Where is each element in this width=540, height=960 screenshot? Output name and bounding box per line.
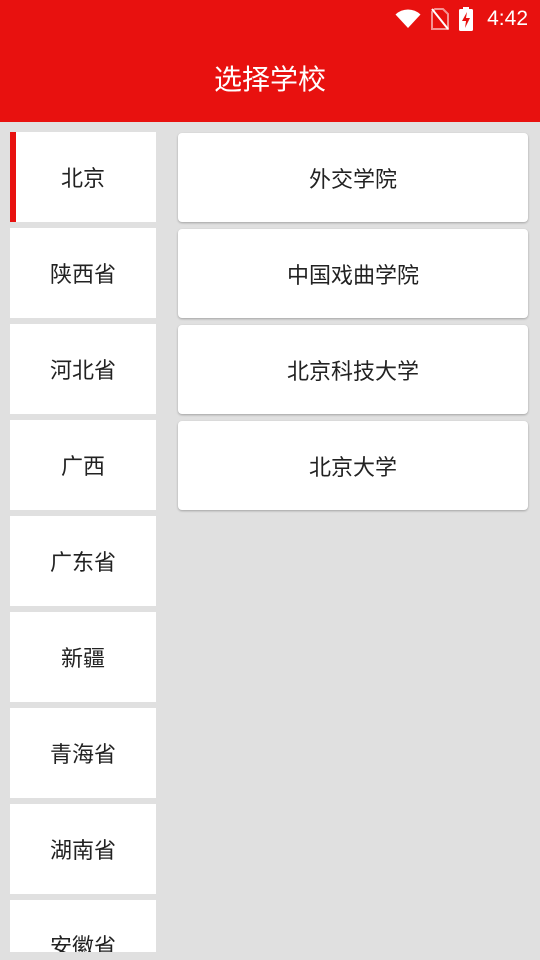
province-label: 安徽省	[49, 935, 116, 952]
school-list: 外交学院中国戏曲学院 北京科技大学 北京大学	[178, 133, 528, 517]
province-label: 湖南省	[49, 839, 116, 864]
province-item[interactable]: 陕西省	[10, 228, 156, 318]
province-item[interactable]: 广东省	[10, 516, 156, 606]
school-label: 中国戏曲学院	[286, 263, 419, 289]
school-label: 北京科技大学	[286, 359, 419, 385]
page-title: 选择学校	[213, 63, 326, 96]
province-label: 北京	[60, 167, 105, 192]
school-item[interactable]: 外交学院	[178, 133, 528, 222]
province-item[interactable]: 安徽省	[10, 900, 156, 952]
school-label: 北京大学	[308, 455, 397, 481]
wifi-icon	[395, 9, 421, 29]
province-label: 广西	[60, 455, 105, 480]
province-label: 广东省	[49, 551, 116, 576]
province-item[interactable]: 湖南省	[10, 804, 156, 894]
province-item[interactable]: 河北省	[10, 324, 156, 414]
province-item[interactable]: 新疆	[10, 612, 156, 702]
status-icons: 4:42	[395, 6, 528, 32]
province-label: 新疆	[60, 647, 105, 672]
province-item[interactable]: 青海省	[10, 708, 156, 798]
app-bar: 4:42 选择学校	[0, 0, 540, 122]
school-item[interactable]: 北京大学	[178, 421, 528, 510]
province-label: 陕西省	[49, 263, 116, 288]
province-label: 青海省	[49, 743, 116, 768]
school-label: 外交学院	[308, 167, 397, 193]
province-list[interactable]: 北京陕西省河北省广西广东省新疆青海省湖南省安徽省	[10, 132, 156, 952]
province-label: 河北省	[49, 359, 116, 384]
province-item[interactable]: 北京	[10, 132, 156, 222]
status-bar: 4:42	[0, 0, 540, 38]
province-item[interactable]: 广西	[10, 420, 156, 510]
status-time: 4:42	[487, 7, 528, 30]
selected-indicator	[10, 132, 16, 222]
school-item[interactable]: 中国戏曲学院	[178, 229, 528, 318]
school-item[interactable]: 北京科技大学	[178, 325, 528, 414]
no-sim-icon	[431, 8, 450, 30]
battery-charging-icon	[459, 7, 474, 31]
